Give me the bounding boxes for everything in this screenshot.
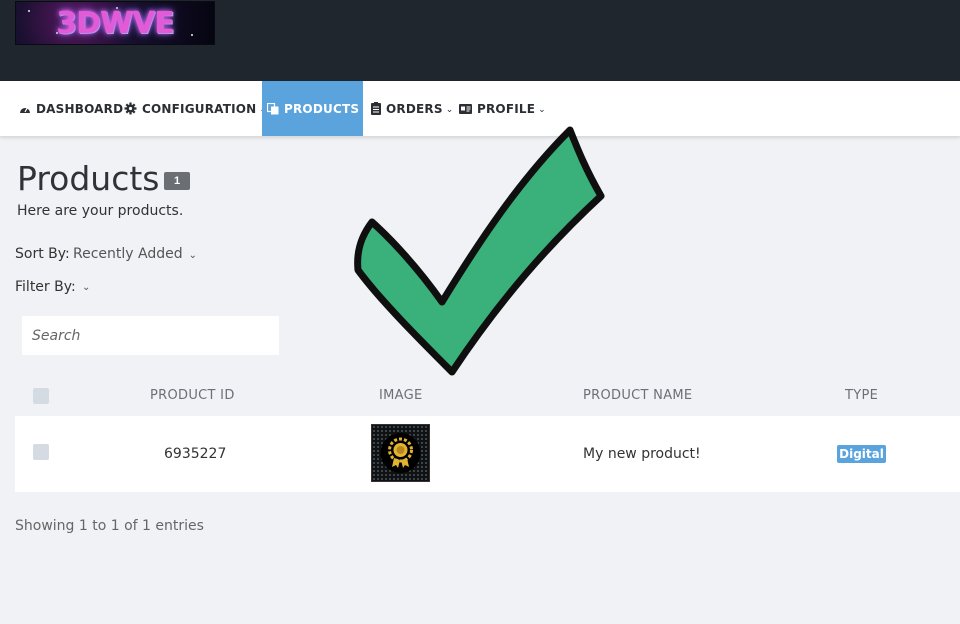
orders-icon bbox=[371, 102, 381, 115]
main-navigation: DASHBOARD CONFIGURATION ⌄ PRODUCTS ⌄ ORD… bbox=[0, 81, 960, 136]
sort-by-value: Recently Added bbox=[73, 246, 183, 262]
product-name-cell[interactable]: My new product! bbox=[583, 446, 701, 462]
nav-orders[interactable]: ORDERS ⌄ bbox=[371, 81, 453, 136]
table-row[interactable] bbox=[15, 416, 960, 492]
search-input[interactable] bbox=[22, 316, 279, 355]
logo-text: 3DWVE bbox=[56, 5, 175, 41]
dashboard-icon bbox=[19, 104, 31, 114]
product-thumbnail[interactable] bbox=[371, 424, 430, 482]
brand-logo[interactable]: 3DWVE bbox=[15, 1, 215, 45]
column-header-type[interactable]: TYPE bbox=[845, 388, 878, 403]
filter-by-dropdown-chevron-icon[interactable]: ⌄ bbox=[82, 282, 90, 293]
column-header-product-name[interactable]: PRODUCT NAME bbox=[583, 388, 692, 403]
product-id-cell: 6935227 bbox=[164, 446, 227, 462]
sort-by-label: Sort By: bbox=[15, 246, 70, 262]
column-header-product-id[interactable]: PRODUCT ID bbox=[150, 388, 235, 403]
chevron-down-icon: ⌄ bbox=[445, 104, 454, 115]
chevron-down-icon: ⌄ bbox=[362, 104, 370, 115]
award-badge-icon bbox=[380, 433, 421, 473]
row-checkbox[interactable] bbox=[33, 444, 49, 460]
gear-icon bbox=[124, 102, 137, 115]
nav-profile-label: PROFILE bbox=[477, 101, 536, 116]
select-all-checkbox[interactable] bbox=[33, 388, 49, 404]
product-count-badge: 1 bbox=[164, 172, 190, 190]
chevron-down-icon: ⌄ bbox=[188, 250, 198, 261]
nav-profile[interactable]: PROFILE ⌄ bbox=[459, 81, 546, 136]
entries-info: Showing 1 to 1 of 1 entries bbox=[15, 518, 204, 534]
nav-products-label: PRODUCTS bbox=[284, 101, 360, 116]
nav-configuration[interactable]: CONFIGURATION ⌄ bbox=[124, 81, 267, 136]
type-badge: Digital bbox=[837, 445, 886, 463]
nav-dashboard[interactable]: DASHBOARD bbox=[19, 81, 123, 136]
nav-orders-label: ORDERS bbox=[386, 101, 443, 116]
top-header-bar: 3DWVE bbox=[0, 0, 960, 81]
page-subtitle: Here are your products. bbox=[17, 203, 184, 219]
filter-by-label: Filter By: bbox=[15, 279, 76, 295]
page-title: Products bbox=[17, 159, 160, 198]
nav-products[interactable]: PRODUCTS ⌄ bbox=[262, 81, 370, 136]
products-icon bbox=[267, 102, 279, 115]
profile-card-icon bbox=[459, 103, 472, 114]
column-header-image: IMAGE bbox=[379, 388, 423, 403]
sort-by-dropdown[interactable]: Recently Added ⌄ bbox=[73, 246, 197, 262]
nav-dashboard-label: DASHBOARD bbox=[36, 101, 124, 116]
chevron-down-icon: ⌄ bbox=[538, 104, 546, 115]
nav-configuration-label: CONFIGURATION bbox=[142, 101, 257, 116]
